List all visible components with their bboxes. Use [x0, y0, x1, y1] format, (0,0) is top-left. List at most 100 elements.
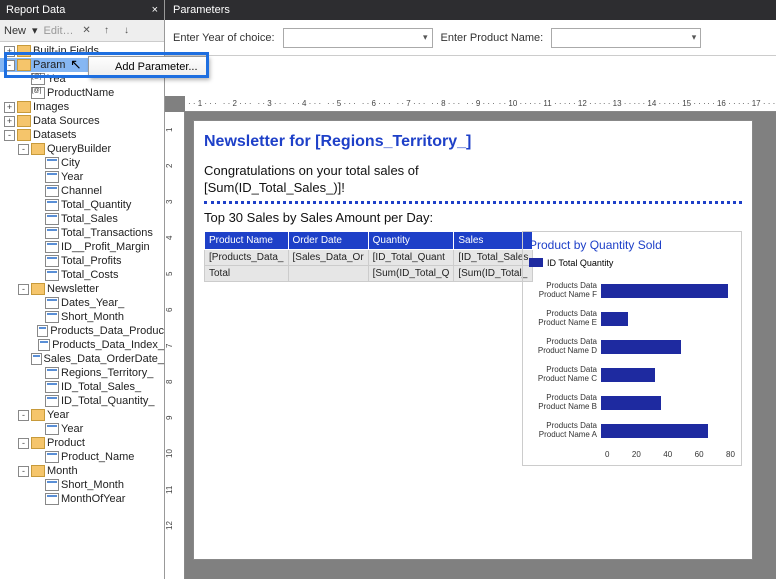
table-cell[interactable]: [Products_Data_: [205, 249, 289, 265]
tree-item[interactable]: +Images: [0, 100, 164, 114]
table-header[interactable]: Product Name: [205, 231, 289, 249]
newsletter-title[interactable]: Newsletter for [Regions_Territory_]: [204, 133, 742, 151]
tree-item[interactable]: MonthOfYear: [0, 492, 164, 506]
expander-icon[interactable]: +: [4, 102, 15, 113]
tree-item-label: ID_Total_Quantity_: [61, 395, 155, 407]
expander-icon[interactable]: -: [18, 438, 29, 449]
top30-subtitle[interactable]: Top 30 Sales by Sales Amount per Day:: [204, 210, 742, 225]
field-icon: [45, 367, 59, 379]
field-icon: [45, 423, 59, 435]
tree-item[interactable]: Short_Month: [0, 310, 164, 324]
table-header[interactable]: Quantity: [368, 231, 454, 249]
tree-item[interactable]: Products_Data_Index_: [0, 338, 164, 352]
move-up-icon[interactable]: ↑: [100, 24, 114, 38]
tree-item[interactable]: Dates_Year_: [0, 296, 164, 310]
tree-item[interactable]: ID_Total_Quantity_: [0, 394, 164, 408]
tree-item[interactable]: Year: [0, 170, 164, 184]
tree-item-label: Products_Data_Index_: [52, 339, 164, 351]
tree-item[interactable]: -Product: [0, 436, 164, 450]
move-down-icon[interactable]: ↓: [120, 24, 134, 38]
bar-fill: [601, 312, 628, 326]
tree-item-label: Total_Transactions: [61, 227, 153, 239]
field-icon: [45, 479, 59, 491]
expander-icon[interactable]: +: [4, 46, 15, 57]
axis-tick: 80: [726, 450, 735, 459]
tree-item-label: Datasets: [33, 129, 76, 141]
tree-item[interactable]: Product_Name: [0, 450, 164, 464]
axis-tick: 20: [632, 450, 641, 459]
tree-item[interactable]: -QueryBuilder: [0, 142, 164, 156]
field-icon: [38, 339, 50, 351]
report-data-title: Report Data: [6, 0, 65, 20]
new-button[interactable]: New: [4, 25, 26, 37]
tree-item[interactable]: -Year: [0, 408, 164, 422]
table-cell[interactable]: [Sales_Data_Or: [288, 249, 368, 265]
field-icon: [45, 213, 59, 225]
expander-icon[interactable]: +: [4, 116, 15, 127]
bar-label: Products Data Product Name F: [529, 282, 601, 300]
expander-icon[interactable]: -: [18, 144, 29, 155]
expander-icon[interactable]: -: [18, 466, 29, 477]
field-icon: [45, 493, 59, 505]
expander-icon[interactable]: -: [4, 60, 15, 71]
report-data-tree[interactable]: +Built-in Fields-ParamYeaProductName+Ima…: [0, 42, 164, 508]
param-product-select[interactable]: [551, 28, 701, 48]
field-icon: [31, 353, 41, 365]
tree-item[interactable]: Total_Costs: [0, 268, 164, 282]
sales-table-region[interactable]: Product NameOrder DateQuantitySales [Pro…: [204, 231, 514, 282]
tree-item[interactable]: City: [0, 156, 164, 170]
tree-item[interactable]: Products_Data_Produc: [0, 324, 164, 338]
tree-item[interactable]: Total_Transactions: [0, 226, 164, 240]
field-icon: [45, 185, 59, 197]
table-cell[interactable]: [Sum(ID_Total_Q: [368, 265, 454, 281]
tree-item[interactable]: ProductName: [0, 86, 164, 100]
tree-item-label: Channel: [61, 185, 102, 197]
tree-item[interactable]: Year: [0, 422, 164, 436]
expander-icon[interactable]: -: [4, 130, 15, 141]
tree-item[interactable]: Regions_Territory_: [0, 366, 164, 380]
field-icon: [45, 241, 59, 253]
tree-item[interactable]: Total_Sales: [0, 212, 164, 226]
sales-table: Product NameOrder DateQuantitySales [Pro…: [204, 231, 533, 282]
tree-item-label: Short_Month: [61, 479, 124, 491]
close-icon[interactable]: ×: [152, 0, 158, 20]
bar-label: Products Data Product Name A: [529, 422, 601, 440]
param-year-select[interactable]: [283, 28, 433, 48]
tree-item[interactable]: ID_Total_Sales_: [0, 380, 164, 394]
add-parameter-menu-item[interactable]: Add Parameter...: [89, 57, 207, 77]
report-data-toolbar: New ▾ Edit… ✕ ↑ ↓: [0, 20, 164, 42]
delete-icon[interactable]: ✕: [80, 24, 94, 38]
table-header[interactable]: Order Date: [288, 231, 368, 249]
tree-item-label: Data Sources: [33, 115, 100, 127]
tree-item[interactable]: ID__Profit_Margin: [0, 240, 164, 254]
chart-bars: Products Data Product Name F Products Dat…: [529, 278, 735, 444]
folder-icon: [17, 129, 31, 141]
tree-item[interactable]: Short_Month: [0, 478, 164, 492]
axis-tick: 40: [663, 450, 672, 459]
bar-fill: [601, 284, 728, 298]
tree-item[interactable]: + Data Sources: [0, 114, 164, 128]
table-cell[interactable]: [ID_Total_Quant: [368, 249, 454, 265]
expander-icon[interactable]: -: [18, 284, 29, 295]
ruler-area: · · 1 · · ·· · 2 · · ·· · 3 · · ·· · 4 ·…: [165, 96, 776, 579]
congrats-text-2[interactable]: [Sum(ID_Total_Sales_)]!: [204, 180, 742, 197]
expander-icon[interactable]: -: [18, 410, 29, 421]
param-product-label: Enter Product Name:: [441, 32, 544, 44]
tree-item[interactable]: Channel: [0, 184, 164, 198]
tree-item[interactable]: Total_Quantity: [0, 198, 164, 212]
congrats-text-1[interactable]: Congratulations on your total sales of: [204, 163, 742, 180]
tree-item[interactable]: -Month: [0, 464, 164, 478]
tree-item[interactable]: Total_Profits: [0, 254, 164, 268]
field-icon: [45, 269, 59, 281]
edit-button[interactable]: Edit…: [44, 25, 74, 37]
design-canvas[interactable]: Newsletter for [Regions_Territory_] Cong…: [193, 120, 776, 579]
tree-item[interactable]: -Newsletter: [0, 282, 164, 296]
tree-item[interactable]: Sales_Data_OrderDate_: [0, 352, 164, 366]
folder-icon: [17, 45, 31, 57]
report-data-header: Report Data ×: [0, 0, 164, 20]
table-cell[interactable]: Total: [205, 265, 289, 281]
table-cell[interactable]: [288, 265, 368, 281]
tree-item-label: MonthOfYear: [61, 493, 125, 505]
chart-region[interactable]: Product by Quantity Sold ID Total Quanti…: [522, 231, 742, 466]
tree-item[interactable]: - Datasets: [0, 128, 164, 142]
